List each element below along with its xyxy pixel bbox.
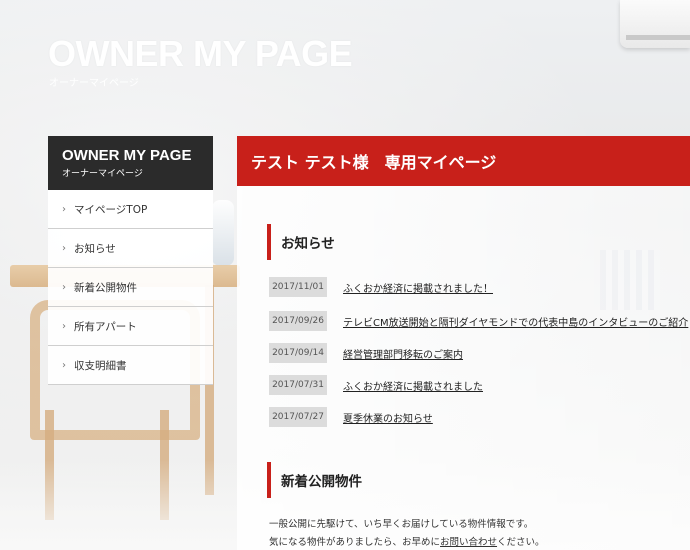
news-item: 2017/09/26 テレビCM放送開始と隔刊ダイヤモンドでの代表中島のインタビ… — [269, 310, 690, 332]
page-banner: テスト テスト様 専用マイページ — [237, 136, 690, 186]
sidebar-header-title: OWNER MY PAGE — [62, 147, 192, 164]
news-date: 2017/11/01 — [269, 277, 327, 297]
news-link[interactable]: 夏季休業のお知らせ — [343, 410, 433, 425]
air-conditioner-image — [620, 0, 690, 48]
site-subtitle: オーナーマイページ — [49, 78, 139, 89]
news-date: 2017/07/31 — [269, 375, 327, 395]
news-item: 2017/09/14 経営管理部門移転のご案内 — [269, 342, 690, 364]
chevron-right-icon: › — [62, 242, 66, 254]
sidebar-item-new-properties[interactable]: › 新着公開物件 — [48, 268, 213, 307]
new-properties-heading: 新着公開物件 — [267, 462, 362, 498]
news-date: 2017/09/26 — [269, 311, 327, 331]
intro-text-line2: 気になる物件がありましたら、お早めにお問い合わせください。 — [269, 534, 545, 548]
sidebar-nav: OWNER MY PAGE オーナーマイページ › マイページTOP › お知ら… — [48, 136, 213, 385]
news-item: 2017/07/27 夏季休業のお知らせ — [269, 406, 690, 428]
news-link[interactable]: ふくおか経済に掲載されました — [343, 378, 483, 393]
chevron-right-icon: › — [62, 320, 66, 332]
sidebar-item-news[interactable]: › お知らせ — [48, 229, 213, 268]
sidebar-item-label: マイページTOP — [74, 203, 148, 216]
sidebar-item-label: 所有アパート — [74, 320, 137, 333]
sidebar-item-label: お知らせ — [74, 242, 116, 255]
sidebar-header-subtitle: オーナーマイページ — [62, 169, 143, 179]
news-item: 2017/07/31 ふくおか経済に掲載されました — [269, 374, 690, 396]
sidebar-header: OWNER MY PAGE オーナーマイページ — [48, 136, 213, 190]
news-link[interactable]: 経営管理部門移転のご案内 — [343, 346, 463, 361]
news-heading: お知らせ — [267, 224, 335, 260]
site-title: OWNER MY PAGE — [48, 33, 353, 74]
news-date: 2017/09/14 — [269, 343, 327, 363]
intro-text-post: ください。 — [497, 537, 545, 548]
chevron-right-icon: › — [62, 203, 66, 215]
sidebar-item-mypage-top[interactable]: › マイページTOP — [48, 190, 213, 229]
chevron-right-icon: › — [62, 359, 66, 371]
intro-text-pre: 気になる物件がありましたら、お早めに — [269, 537, 441, 548]
sidebar-item-label: 新着公開物件 — [74, 281, 137, 294]
news-link[interactable]: テレビCM放送開始と隔刊ダイヤモンドでの代表中島のインタビューのご紹介 — [343, 314, 688, 329]
vase-image — [212, 200, 234, 266]
contact-link[interactable]: お問い合わせ — [440, 537, 497, 548]
sidebar-item-label: 収支明細書 — [74, 359, 127, 372]
sidebar-item-owned-apartments[interactable]: › 所有アパート — [48, 307, 213, 346]
news-date: 2017/07/27 — [269, 407, 327, 427]
news-link[interactable]: ふくおか経済に掲載されました！ — [343, 280, 493, 295]
chevron-right-icon: › — [62, 281, 66, 293]
news-item: 2017/11/01 ふくおか経済に掲載されました！ — [269, 276, 690, 298]
main-content: テスト テスト様 専用マイページ お知らせ 2017/11/01 ふくおか経済に… — [237, 136, 690, 550]
intro-text-line1: 一般公開に先駆けて、いち早くお届けしている物件情報です。 — [269, 519, 534, 530]
sidebar-item-statements[interactable]: › 収支明細書 — [48, 346, 213, 385]
